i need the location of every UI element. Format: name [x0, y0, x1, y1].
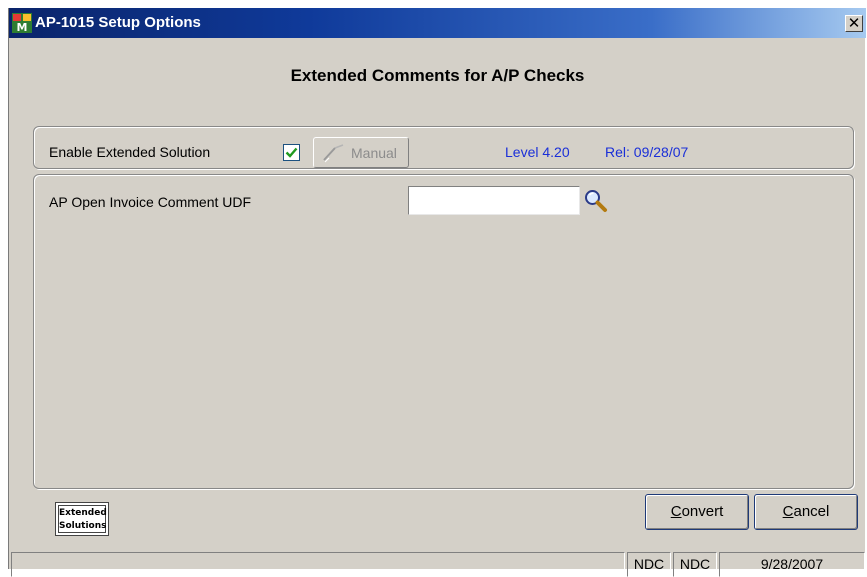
svg-text:M: M [17, 21, 28, 33]
status-pane-user: NDC [673, 552, 717, 577]
logo-line-1: Extended [59, 508, 107, 518]
close-icon: ✕ [847, 14, 861, 32]
extended-solutions-logo: Extended Solutions [55, 502, 109, 536]
logo-line-2: Solutions [59, 521, 107, 531]
status-pane-company: NDC [627, 552, 671, 577]
ap-open-invoice-comment-udf-label: AP Open Invoice Comment UDF [49, 194, 252, 210]
cancel-mnemonic: C [782, 503, 794, 520]
ap-open-invoice-comment-udf-input[interactable] [408, 186, 580, 215]
title-bar[interactable]: M AP-1015 Setup Options ✕ [9, 8, 866, 38]
release-text: Rel: 09/28/07 [605, 144, 689, 160]
page-heading: Extended Comments for A/P Checks [290, 66, 585, 85]
status-pane-date: 9/28/2007 [719, 552, 865, 577]
convert-button[interactable]: Convert [645, 494, 749, 530]
magnifier-icon[interactable] [583, 188, 609, 214]
setup-options-window: M AP-1015 Setup Options ✕ Extended Comme… [8, 8, 866, 577]
close-button[interactable]: ✕ [845, 15, 863, 32]
checkmark-icon [285, 147, 298, 158]
status-bar: NDC NDC 9/28/2007 [9, 548, 866, 577]
cancel-button[interactable]: Cancel [754, 494, 858, 530]
options-group-box [33, 174, 854, 489]
convert-mnemonic: C [670, 503, 682, 520]
level-text: Level 4.20 [505, 144, 570, 160]
enable-extended-solution-checkbox[interactable] [283, 144, 300, 161]
app-icon: M [12, 13, 32, 33]
manual-button-label: Manual [351, 145, 397, 161]
status-pane-message [11, 552, 625, 577]
manual-wand-icon [323, 144, 344, 163]
enable-extended-solution-label: Enable Extended Solution [49, 144, 211, 160]
manual-button[interactable]: Manual [313, 137, 409, 168]
cancel-label: ancel [793, 503, 830, 520]
window-title: AP-1015 Setup Options [35, 14, 201, 31]
convert-label: onvert [681, 503, 724, 520]
